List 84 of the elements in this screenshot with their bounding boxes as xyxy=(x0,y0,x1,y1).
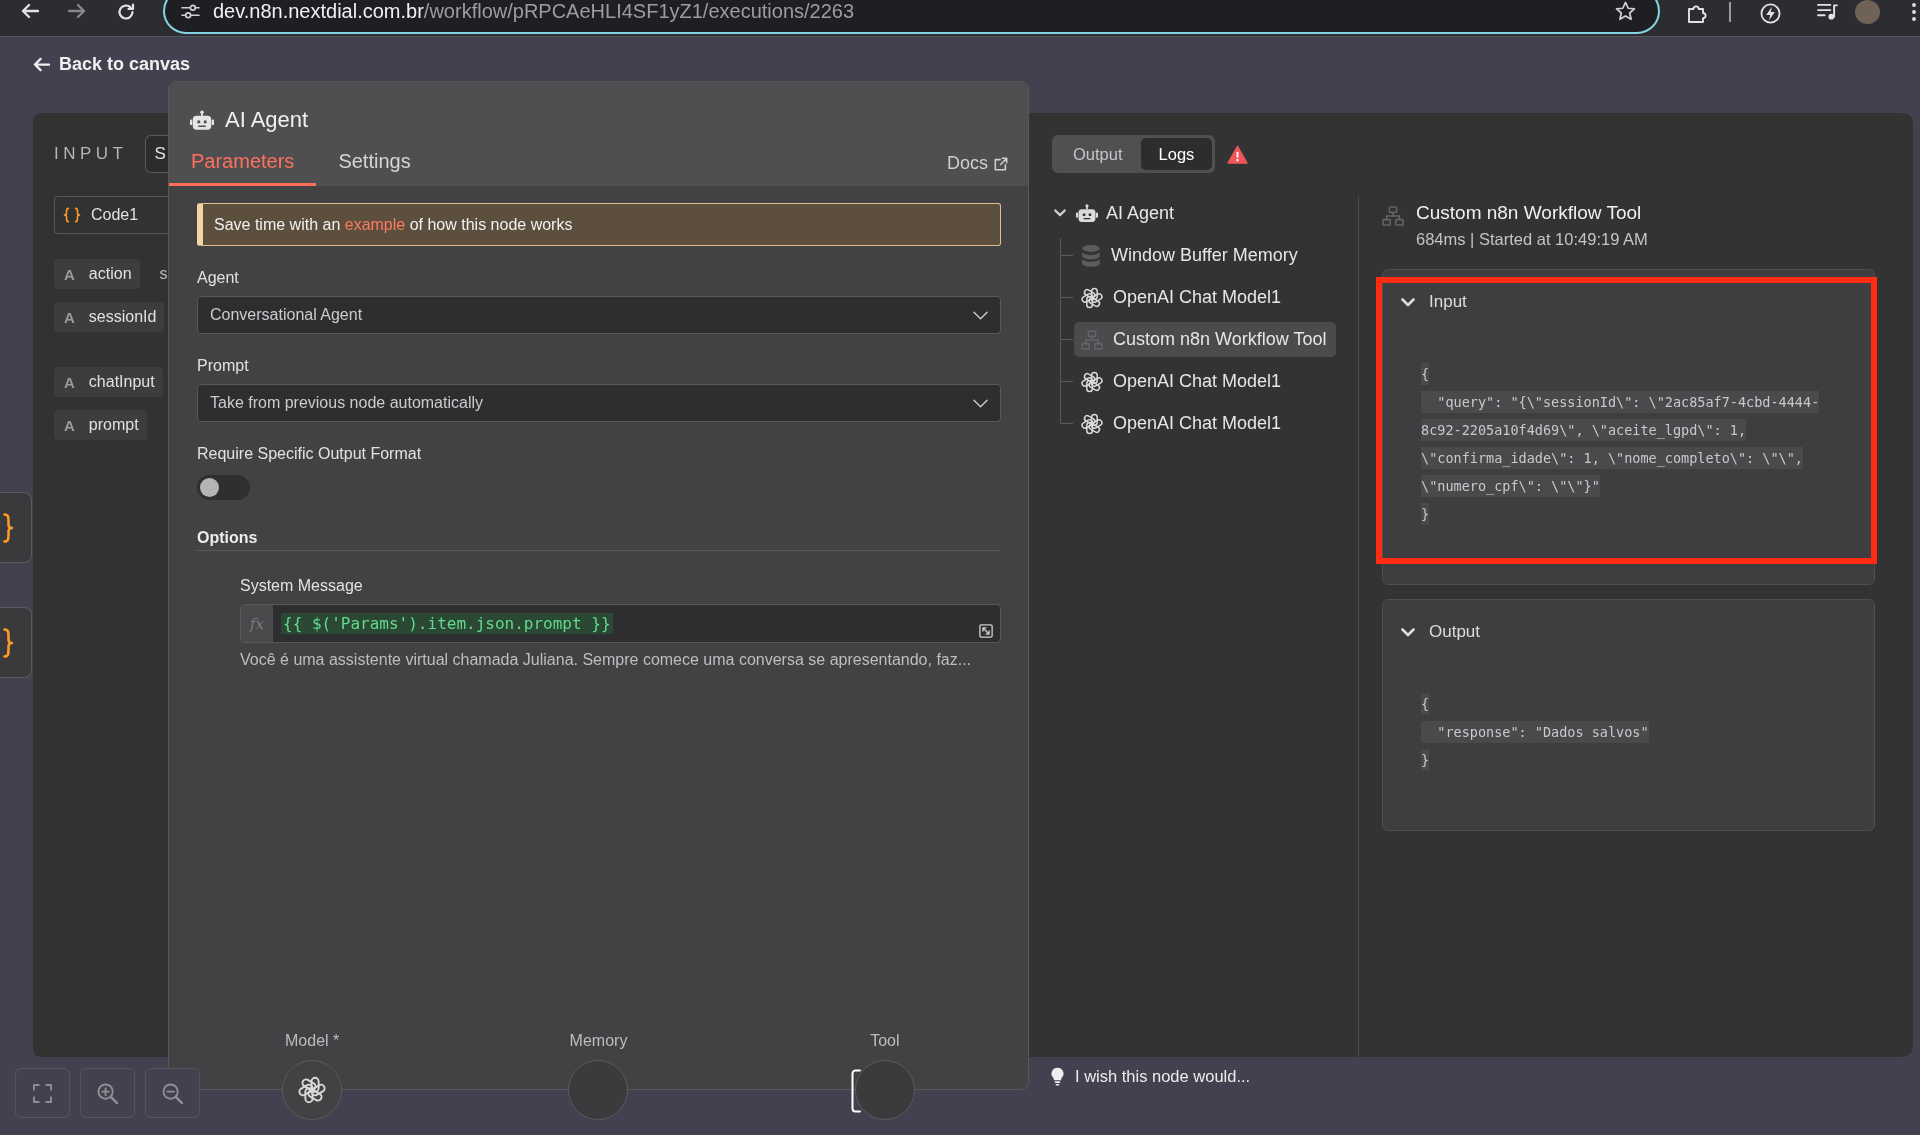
expression-preview: Você é uma assistente virtual chamada Juliana. Sempre comece uma conversa se apresentando, faz... xyxy=(240,651,972,669)
sitemap-icon xyxy=(1382,206,1404,226)
canvas-node[interactable] xyxy=(0,607,32,678)
zoom-out-icon xyxy=(162,1082,183,1104)
field-label: Agent xyxy=(197,268,239,288)
fullscreen-icon xyxy=(33,1083,52,1103)
tree-item[interactable]: Custom n8n Workflow Tool xyxy=(1074,322,1337,357)
star-icon[interactable] xyxy=(1615,1,1636,21)
section-toggle[interactable]: Output xyxy=(1401,620,1481,644)
feedback-link[interactable]: I wish this node would... xyxy=(1051,1067,1251,1086)
section-toggle[interactable]: Input xyxy=(1401,290,1467,314)
type-label: A xyxy=(64,373,75,391)
tab[interactable]: Output xyxy=(1055,138,1141,170)
chevron-down-icon[interactable] xyxy=(1054,209,1066,217)
section-title: Options xyxy=(197,528,258,548)
robot-icon xyxy=(190,110,214,130)
panel-title: INPUT xyxy=(54,144,128,164)
expand-icon[interactable] xyxy=(979,624,993,638)
tree-item[interactable]: OpenAI Chat Model1 xyxy=(1074,280,1292,315)
node-title: Custom n8n Workflow Tool xyxy=(1416,201,1643,225)
zoom-out-button[interactable] xyxy=(145,1068,200,1118)
tab[interactable]: Logs xyxy=(1140,138,1213,170)
braces-icon xyxy=(63,207,81,223)
expression-code: {{ $('Params').item.json.prompt }} xyxy=(281,613,613,634)
connector-label: Tool xyxy=(870,1031,900,1051)
connector-label: Model * xyxy=(285,1031,340,1051)
view-switch[interactable]: S xyxy=(144,135,168,173)
media-list-icon[interactable] xyxy=(1817,3,1838,20)
field-label: System Message xyxy=(240,576,363,596)
brace-icon xyxy=(3,627,14,658)
knot-icon xyxy=(298,1076,327,1104)
type-label: A xyxy=(64,265,75,283)
arrow-left-icon xyxy=(33,56,50,72)
field-pill[interactable]: A sessionId xyxy=(54,302,165,332)
zoom-in-icon xyxy=(97,1082,118,1104)
chevron-down-icon xyxy=(1401,627,1415,637)
dropdown-field[interactable]: Take from previous node automatically xyxy=(197,384,1001,422)
robot-icon xyxy=(1076,204,1098,222)
toggle-switch[interactable] xyxy=(197,475,250,500)
chevron-down-icon xyxy=(1401,297,1415,307)
dropdown-field[interactable]: Conversational Agent xyxy=(197,296,1001,334)
brace-icon xyxy=(3,512,14,543)
tab[interactable]: Settings xyxy=(316,141,433,186)
tree-item[interactable]: Window Buffer Memory xyxy=(1074,238,1308,273)
warning-icon xyxy=(1227,144,1249,164)
tree-item[interactable]: OpenAI Chat Model1 xyxy=(1074,364,1292,399)
field-label: Require Specific Output Format xyxy=(197,444,422,464)
arrow-left-icon[interactable] xyxy=(21,3,39,19)
database-icon xyxy=(1081,244,1101,267)
sitemap-icon xyxy=(1081,329,1103,350)
address-bar[interactable]: dev.n8n.nextdial.com.br/workflow/pRPCAeHLI4SF1yZ1/executions/2263 xyxy=(163,0,1660,34)
connector-label: Memory xyxy=(569,1031,628,1051)
tree-item[interactable]: AI Agent xyxy=(1074,195,1185,231)
knot-icon xyxy=(1081,286,1103,309)
run-meta: 684ms | Started at 10:49:19 AM xyxy=(1416,229,1648,250)
chevron-down-icon xyxy=(973,398,988,408)
bracket-icon xyxy=(850,1069,861,1113)
field-pill[interactable]: A chatInput xyxy=(54,367,163,397)
field-pill[interactable]: A prompt xyxy=(54,410,147,440)
notice-text: Save time with an example of how this node works xyxy=(214,215,573,234)
field-label: Prompt xyxy=(197,356,249,376)
lightbulb-icon xyxy=(1051,1067,1064,1086)
knot-icon xyxy=(1081,370,1103,393)
chevron-down-icon xyxy=(973,310,988,320)
url-text: dev.n8n.nextdial.com.br/workflow/pRPCAeHLI4SF1yZ1/executions/2263 xyxy=(213,0,855,23)
external-link-icon xyxy=(994,156,1008,171)
bolt-circle-icon[interactable] xyxy=(1760,3,1781,24)
zoom-in-button[interactable] xyxy=(80,1068,135,1118)
puzzle-icon[interactable] xyxy=(1687,3,1707,23)
reload-icon[interactable] xyxy=(117,3,135,21)
tune-icon[interactable] xyxy=(181,3,200,19)
field-value: s xyxy=(159,265,168,283)
node-title: AI Agent xyxy=(225,107,309,133)
field-pill[interactable]: A action xyxy=(54,259,140,289)
type-label: A xyxy=(64,308,75,326)
back-to-canvas-link[interactable]: Back to canvas xyxy=(33,53,191,75)
tree-item[interactable]: OpenAI Chat Model1 xyxy=(1074,406,1292,441)
canvas-node[interactable] xyxy=(0,492,32,563)
fit-view-button[interactable] xyxy=(15,1068,70,1118)
more-icon[interactable] xyxy=(1912,3,1916,21)
type-label: A xyxy=(64,416,75,434)
arrow-right-icon[interactable] xyxy=(68,3,86,19)
knot-icon xyxy=(1081,412,1103,435)
docs-link[interactable]: Docs xyxy=(947,153,1008,174)
